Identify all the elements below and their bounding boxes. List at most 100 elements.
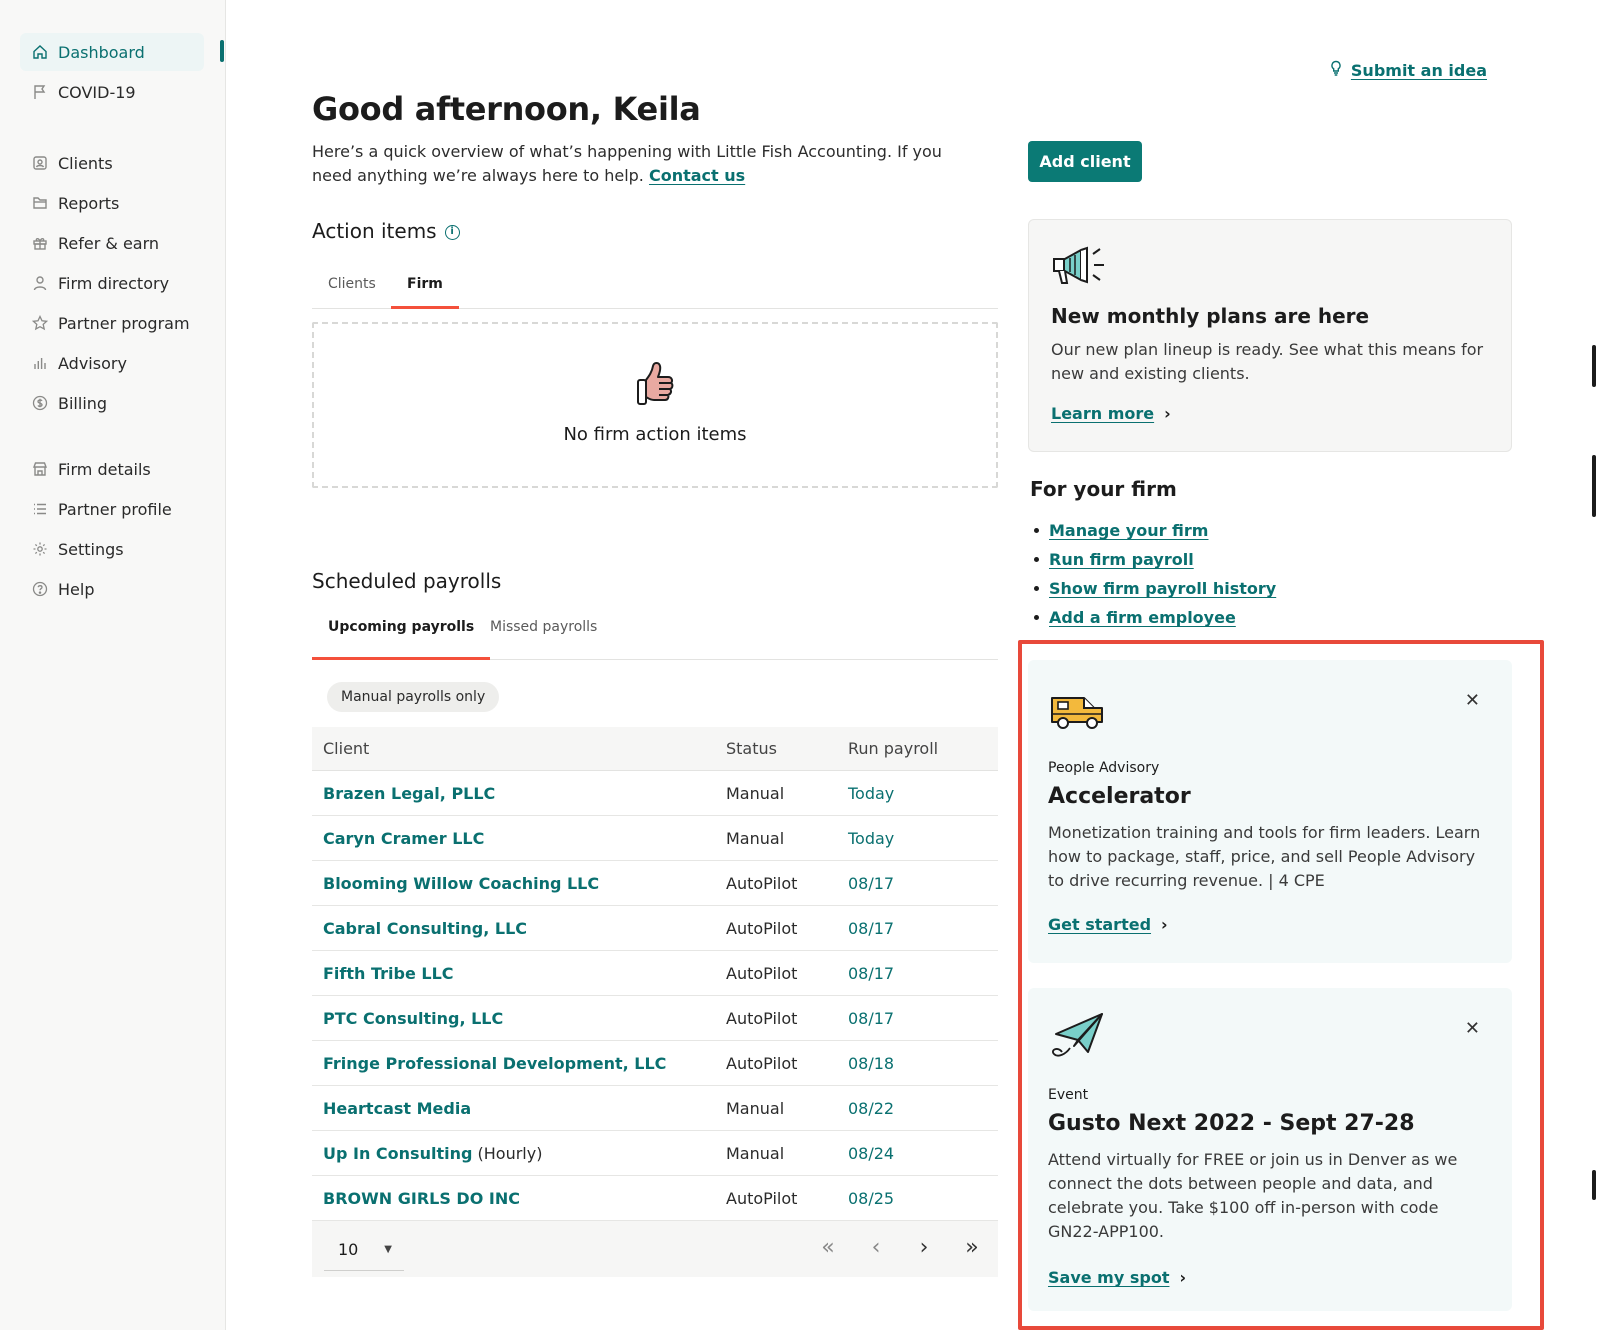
client-link[interactable]: Brazen Legal, PLLC	[323, 784, 495, 803]
client-link[interactable]: Up In Consulting	[323, 1144, 472, 1163]
sidebar-item-clients[interactable]: Clients	[20, 144, 204, 182]
client-cell: Fifth Tribe LLC	[312, 964, 726, 983]
submit-idea-link[interactable]: Submit an idea	[1329, 60, 1487, 80]
info-icon[interactable]: i	[444, 225, 460, 240]
intro-text: Here’s a quick overview of what’s happen…	[312, 140, 982, 188]
manage-firm-link[interactable]: Manage your firm	[1049, 521, 1208, 540]
scrollbar-mark[interactable]	[1592, 345, 1596, 387]
add-client-button[interactable]: Add client	[1028, 141, 1142, 182]
learn-more-link[interactable]: Learn more ›	[1051, 404, 1171, 423]
run-payroll-cell[interactable]: 08/17	[848, 919, 998, 938]
person-icon	[32, 275, 48, 291]
scrollbar-mark[interactable]	[1592, 1170, 1596, 1200]
client-cell: Heartcast Media	[312, 1099, 726, 1118]
bullet-icon	[1034, 528, 1039, 533]
client-link[interactable]: Fifth Tribe LLC	[323, 964, 454, 983]
empty-state: No firm action items	[312, 322, 998, 488]
table-row: BROWN GIRLS DO INC AutoPilot 08/25	[312, 1176, 998, 1221]
client-link[interactable]: PTC Consulting, LLC	[323, 1009, 503, 1028]
client-link[interactable]: Cabral Consulting, LLC	[323, 919, 527, 938]
scrollbar-mark[interactable]	[1592, 455, 1596, 517]
payroll-tabs: Upcoming payrolls Missed payrolls	[312, 616, 998, 660]
last-page-icon[interactable]: »	[960, 1237, 984, 1261]
sidebar-item-advisory[interactable]: Advisory	[20, 344, 204, 382]
promo-body: Our new plan lineup is ready. See what t…	[1051, 340, 1484, 383]
store-icon	[32, 461, 48, 477]
submit-idea-label: Submit an idea	[1350, 60, 1487, 80]
add-firm-employee-link[interactable]: Add a firm employee	[1049, 608, 1236, 627]
monthly-plans-card: New monthly plans are here Our new plan …	[1028, 219, 1512, 452]
run-payroll-cell[interactable]: 08/22	[848, 1099, 998, 1118]
star-icon	[32, 315, 48, 331]
status-cell: AutoPilot	[726, 963, 798, 983]
sidebar-item-partner-program[interactable]: Partner program	[20, 304, 204, 342]
manual-payrolls-filter-chip[interactable]: Manual payrolls only	[327, 682, 500, 712]
page-title: Good afternoon, Keila	[312, 90, 701, 128]
client-link[interactable]: Caryn Cramer LLC	[323, 829, 484, 848]
run-firm-payroll-link[interactable]: Run firm payroll	[1049, 550, 1194, 569]
tab-upcoming-payrolls[interactable]: Upcoming payrolls	[312, 616, 491, 660]
page-size-select[interactable]: 10 ▼	[324, 1229, 404, 1271]
client-cell: Blooming Willow Coaching LLC	[312, 874, 726, 893]
sidebar-item-firm-directory[interactable]: Firm directory	[20, 264, 204, 302]
run-payroll-cell[interactable]: 08/18	[848, 1054, 998, 1073]
previous-page-icon[interactable]: ‹	[864, 1237, 888, 1261]
sidebar-item-refer[interactable]: Refer & earn	[20, 224, 204, 262]
bullet-icon	[1034, 557, 1039, 562]
nav-group-firm: Firm details Partner profile Settings He…	[20, 450, 204, 610]
flag-icon	[32, 84, 48, 100]
list-icon	[32, 501, 48, 517]
status-cell: AutoPilot	[726, 873, 798, 893]
firm-payroll-history-link[interactable]: Show firm payroll history	[1049, 579, 1276, 598]
intro-body: Here’s a quick overview of what’s happen…	[312, 142, 942, 185]
contact-us-link[interactable]: Contact us	[649, 166, 745, 185]
run-payroll-cell[interactable]: 08/17	[848, 1009, 998, 1028]
column-header-client[interactable]: Client	[312, 739, 726, 758]
client-suffix: (Hourly)	[472, 1143, 543, 1163]
tab-missed-payrolls[interactable]: Missed payrolls	[474, 616, 613, 652]
sidebar-item-reports[interactable]: Reports	[20, 184, 204, 222]
for-your-firm-title: For your firm	[1030, 477, 1177, 501]
sidebar-item-settings[interactable]: Settings	[20, 530, 204, 568]
sidebar-item-firm-details[interactable]: Firm details	[20, 450, 204, 488]
list-item: Manage your firm	[1034, 516, 1276, 545]
tab-clients[interactable]: Clients	[312, 273, 392, 309]
run-payroll-cell[interactable]: Today	[848, 829, 998, 848]
column-header-status[interactable]: Status	[726, 739, 848, 758]
client-link[interactable]: Heartcast Media	[323, 1099, 471, 1118]
next-page-icon[interactable]: ›	[912, 1237, 936, 1261]
sidebar-item-label: Partner profile	[58, 499, 172, 519]
bar-chart-icon	[32, 355, 48, 371]
bullet-icon	[1034, 615, 1039, 620]
sidebar-item-billing[interactable]: Billing	[20, 384, 204, 422]
action-items-tabs: Clients Firm	[312, 273, 998, 309]
tab-firm[interactable]: Firm	[391, 273, 459, 309]
run-payroll-cell[interactable]: 08/17	[848, 964, 998, 983]
status-cell: Manual	[726, 828, 785, 848]
client-link[interactable]: BROWN GIRLS DO INC	[323, 1189, 520, 1208]
sidebar-item-partner-profile[interactable]: Partner profile	[20, 490, 204, 528]
action-items-heading: Action items	[312, 219, 437, 243]
column-header-run-payroll[interactable]: Run payroll	[848, 739, 998, 758]
first-page-icon[interactable]: «	[816, 1237, 840, 1261]
sidebar-item-dashboard[interactable]: Dashboard	[20, 33, 204, 71]
run-payroll-cell[interactable]: 08/24	[848, 1144, 998, 1163]
table-row: Fifth Tribe LLC AutoPilot 08/17	[312, 951, 998, 996]
run-payroll-cell[interactable]: 08/17	[848, 874, 998, 893]
table-footer: 10 ▼ « ‹ › »	[312, 1221, 998, 1277]
client-link[interactable]: Blooming Willow Coaching LLC	[323, 874, 599, 893]
sidebar-item-label: Clients	[58, 153, 113, 173]
payroll-table: Client Status Run payroll Brazen Legal, …	[312, 727, 998, 1277]
sidebar-item-help[interactable]: Help	[20, 570, 204, 608]
status-cell: AutoPilot	[726, 1188, 798, 1208]
status-cell: Manual	[726, 783, 785, 803]
sidebar-item-label: Partner program	[58, 313, 190, 333]
for-your-firm-links: Manage your firm Run firm payroll Show f…	[1034, 516, 1276, 632]
home-icon	[32, 44, 48, 60]
run-payroll-cell[interactable]: Today	[848, 784, 998, 803]
run-payroll-cell[interactable]: 08/25	[848, 1189, 998, 1208]
client-link[interactable]: Fringe Professional Development, LLC	[323, 1054, 666, 1073]
client-cell: Brazen Legal, PLLC	[312, 784, 726, 803]
thumbs-up-icon	[632, 358, 680, 414]
sidebar-item-covid[interactable]: COVID-19	[20, 73, 204, 111]
